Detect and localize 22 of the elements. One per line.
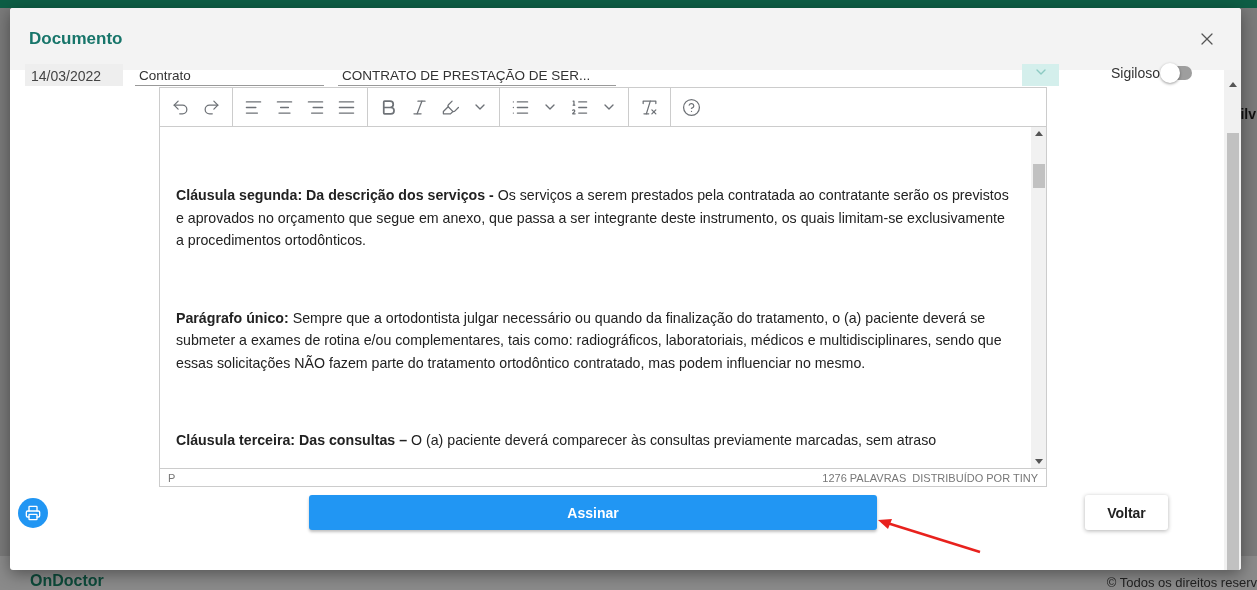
toggle-switch[interactable] [1162,66,1193,80]
logo: OnDoctor [30,572,104,590]
scrollbar[interactable] [1224,70,1241,570]
paragraph: Cláusula terceira: Das consultas – O (a) paciente deverá comparecer às consultas previamente marcadas, sem atraso [176,431,938,450]
page-text: ilv [1240,106,1256,124]
copyright-text: © Todos os direitos reserv [1106,575,1257,590]
paragraph: Parágrafo único: Sempre que a ortodontista julgar necessário ou quando da finalização do tratamento, o (a) paciente deverá se submeter a exames de rotina e/ou complementares, tais como: radiográficos, laboratoriais, médicos e multidisciplinares, sendo que essas solicitações NÃO fazem parte do tratamento ortodôntico contratado, mas podem influenciar no mesmo. [176,308,1003,373]
scrollbar-thumb[interactable] [1226,133,1239,570]
scrollbar-thumb[interactable] [1032,164,1045,188]
paragraph: Cláusula segunda: Da descrição dos serviços - Os serviços a serem prestados pela contratada ao contratante serão os previstos e aprovados no orçamento que segue em anexo, que passa a ser integrante deste instrumento, os quais limitam-se exclusivamente a procedimentos ortodônticos. [176,186,1010,250]
print-button[interactable] [18,497,48,528]
toggle-label: Sigiloso [1111,65,1161,81]
dialog-title: Documento [29,29,123,49]
title-field[interactable]: CONTRATO DE PRESTAÇÃO DE SER... [338,64,616,86]
scrollbar[interactable] [1031,127,1046,468]
type-field[interactable]: Contrato [135,64,324,86]
word-count: 1276 PALAVRAS [822,471,907,484]
branding-text: DISTRIBUÍDO POR TINY [912,471,1038,484]
date-field[interactable]: 14/03/2022 [25,64,123,86]
element-path: P [168,471,176,484]
printer-icon [25,504,41,521]
back-button[interactable]: Voltar [1085,495,1168,530]
